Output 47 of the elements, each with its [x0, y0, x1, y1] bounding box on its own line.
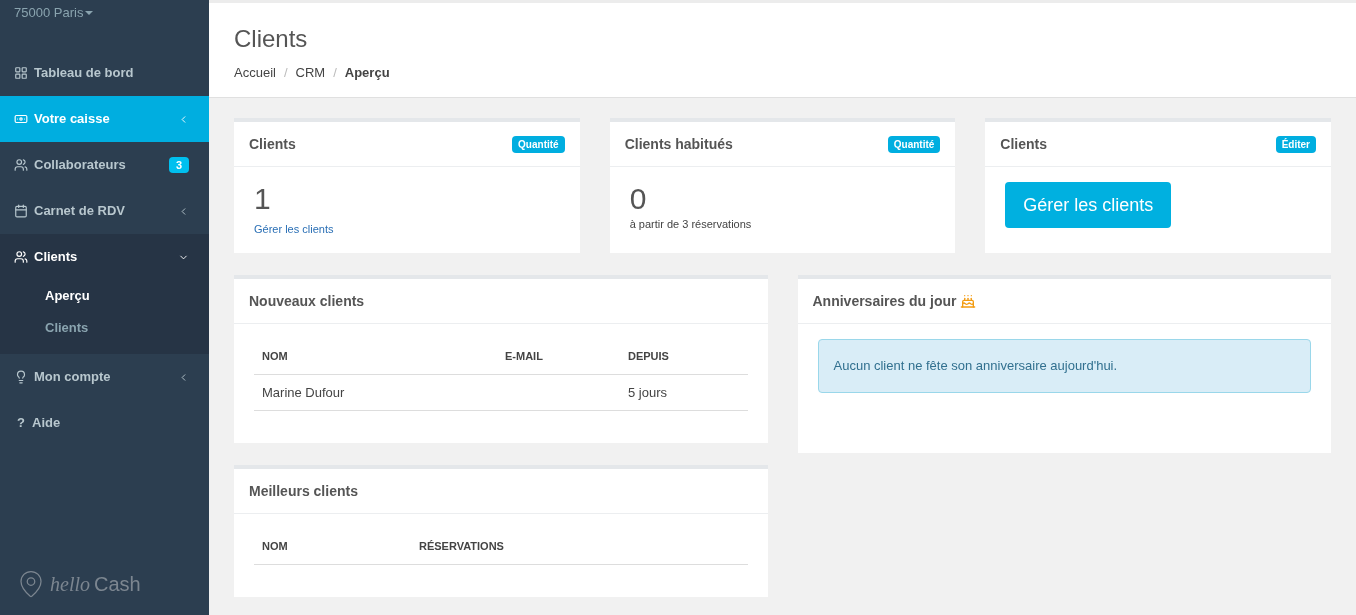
column-header: NOM — [254, 529, 411, 564]
breadcrumb-separator: / — [283, 64, 288, 82]
tag-badge: Éditer — [1275, 135, 1316, 153]
users-icon — [14, 158, 28, 172]
sidebar-item[interactable]: ? Aide — [0, 400, 209, 446]
stat-note: à partir de 3 réservations — [629, 217, 753, 232]
column-header: DEPUIS — [620, 339, 748, 374]
tag-badge: Quantité — [512, 135, 565, 153]
cake-icon — [960, 293, 977, 309]
panel-title: Meilleurs clients — [249, 481, 358, 501]
sidebar-item[interactable]: Clients — [0, 234, 209, 280]
panel-title: Anniversaires du jour — [812, 291, 957, 311]
column-header: RÉSERVATIONS — [411, 529, 748, 564]
submenu-item[interactable]: Clients — [0, 312, 209, 344]
sidebar-item[interactable]: Carnet de RDV — [0, 188, 209, 234]
manage-link[interactable]: Gérer les clients — [254, 223, 334, 235]
lightbulb-icon — [14, 370, 28, 384]
tag-badge: Quantité — [887, 135, 941, 153]
sidebar-item[interactable]: Tableau de bord — [0, 50, 209, 96]
banknote-icon — [14, 112, 28, 126]
location-dropdown[interactable]: 75000 Paris — [14, 3, 94, 23]
calendar-icon — [14, 204, 28, 218]
panel-title: Nouveaux clients — [249, 291, 365, 311]
panel-title: Clients — [1000, 134, 1047, 154]
logo-script: hello — [50, 572, 90, 597]
breadcrumb-link[interactable]: CRM — [295, 63, 326, 83]
count-badge: 3 — [168, 156, 189, 174]
sidebar-item[interactable]: Mon compte — [0, 354, 209, 400]
breadcrumb-link[interactable]: Accueil — [234, 63, 276, 83]
stat-value: 0 — [629, 182, 648, 216]
column-header: E-MAIL — [497, 339, 620, 374]
users-icon — [14, 250, 28, 264]
stat-value: 1 — [254, 182, 272, 216]
logo-word: Cash — [94, 572, 141, 597]
question-mark-icon: ? — [14, 413, 28, 433]
info-alert: Aucun client ne fête son anniversaire aujourd'hui. — [817, 339, 1311, 393]
breadcrumb-separator: / — [333, 64, 337, 82]
table-cell: Marine Dufour — [262, 384, 345, 400]
panel-title: Clients — [249, 134, 296, 154]
current-page-label: Aperçu — [344, 64, 390, 82]
grid-icon — [14, 66, 28, 80]
sidebar-item[interactable]: Collaborateurs 3 — [0, 142, 209, 188]
table-cell: 5 jours — [628, 384, 668, 400]
panel-title: Clients habitués — [624, 134, 733, 154]
page-title: Clients — [234, 24, 309, 54]
submenu-item[interactable]: Aperçu — [0, 280, 209, 312]
column-header: NOM — [254, 339, 497, 374]
